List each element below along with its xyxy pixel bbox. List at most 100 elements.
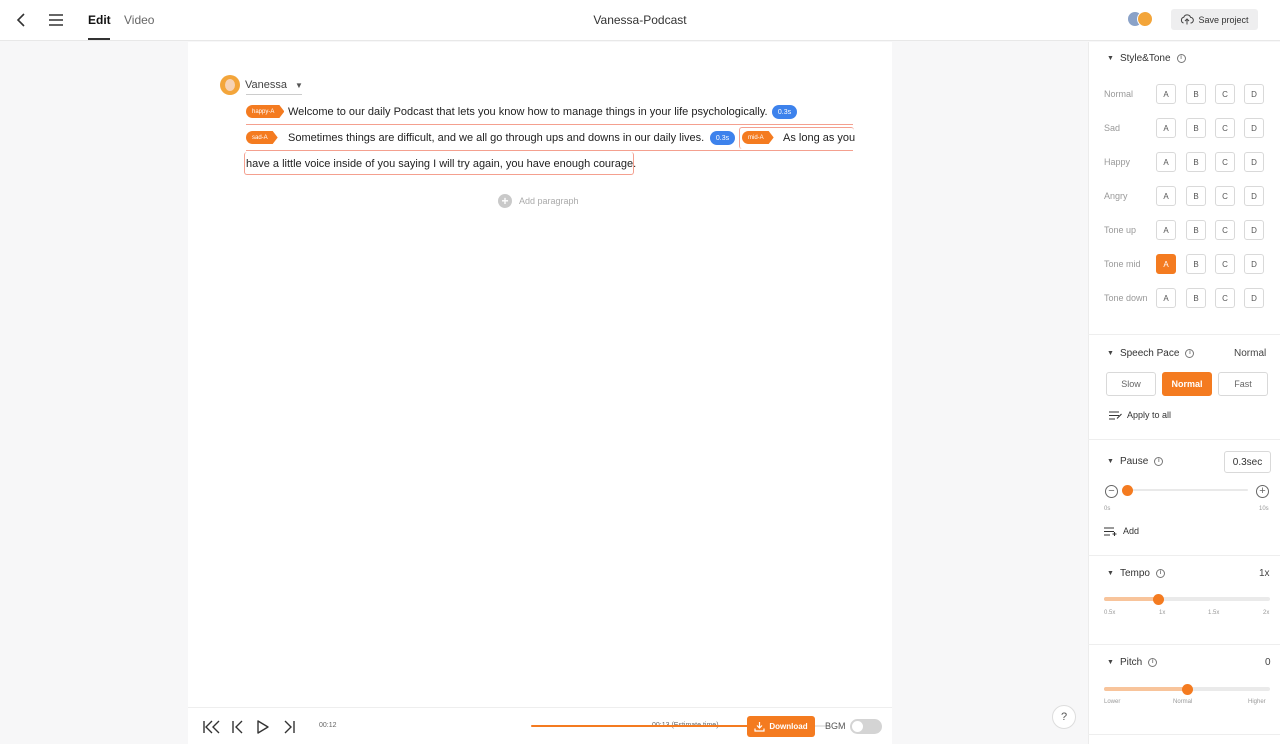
cloud-upload-icon [1181,14,1195,25]
style-tone-header[interactable]: ▼ Style&Tone i [1107,53,1186,64]
pause-max-label: 10s [1259,506,1269,512]
current-time: 00:12 [319,722,337,729]
style-option-button[interactable]: D [1244,118,1264,138]
pace-slow-button[interactable]: Slow [1106,372,1156,396]
speaker-selector[interactable]: Vanessa ▼ [220,75,303,95]
download-icon [754,722,765,732]
pitch-slider-knob[interactable] [1181,684,1193,695]
pitch-slider-fill [1104,687,1187,691]
info-icon[interactable]: i [1148,658,1158,667]
tempo-header[interactable]: ▼ Tempo i [1107,568,1165,579]
pause-title: Pause [1119,456,1149,467]
bgm-label: BGM [825,721,846,731]
style-option-button[interactable]: B [1186,186,1206,206]
save-project-label: Save project [1198,14,1249,25]
style-option-button[interactable]: B [1186,220,1206,240]
tempo-slider-track[interactable] [1104,597,1270,601]
emotion-tag[interactable]: sad-A [246,131,278,144]
caret-down-icon: ▼ [295,80,303,90]
style-option-button[interactable]: C [1215,288,1235,308]
style-option-button[interactable]: B [1186,118,1206,138]
segment-underline [246,150,853,151]
section-divider [1088,439,1280,440]
apply-to-all-button[interactable]: Apply to all [1109,410,1171,420]
emotion-tag[interactable]: mid-A [742,131,774,144]
minus-circle-icon[interactable]: − [1105,485,1118,498]
next-icon[interactable] [283,718,295,736]
caret-down-icon: ▼ [1107,458,1114,465]
caret-down-icon: ▼ [1107,350,1114,357]
style-row-label: Happy [1104,157,1131,167]
style-row-label: Normal [1104,89,1134,99]
add-pause-button[interactable]: Add [1104,526,1139,536]
collaborator-avatars[interactable] [1127,11,1155,29]
style-option-button[interactable]: D [1244,152,1264,172]
style-option-button[interactable]: B [1186,84,1206,104]
style-row-label: Tone mid [1104,259,1141,269]
style-row-label: Tone down [1104,293,1148,303]
style-option-button[interactable]: D [1244,84,1264,104]
caret-down-icon: ▼ [1107,570,1114,577]
segment-text-continued[interactable]: have a little voice inside of you saying… [246,158,636,170]
style-option-button[interactable]: C [1215,186,1235,206]
segment-text[interactable]: As long as you [783,132,855,144]
style-option-button[interactable]: D [1244,186,1264,206]
save-project-button[interactable]: Save project [1171,9,1258,30]
style-option-button[interactable]: B [1186,288,1206,308]
style-option-button[interactable]: C [1215,84,1235,104]
info-icon[interactable]: i [1154,457,1164,466]
pause-value-input[interactable]: 0.3sec [1224,451,1271,473]
download-label: Download [769,722,808,731]
add-pause-label: Add [1123,526,1140,536]
pause-slider-track[interactable] [1124,489,1248,491]
style-option-button[interactable]: A [1156,84,1176,104]
segment-text[interactable]: Welcome to our daily Podcast that lets y… [288,106,768,118]
style-option-button[interactable]: C [1215,152,1235,172]
skip-to-start-icon[interactable] [203,718,221,736]
top-bar: Edit Video Vanessa-Podcast Save project [0,0,1280,41]
pitch-header[interactable]: ▼ Pitch i [1107,657,1158,668]
style-option-button[interactable]: D [1244,254,1264,274]
play-icon[interactable] [256,718,270,736]
style-option-button[interactable]: C [1215,254,1235,274]
tempo-slider-fill [1104,597,1159,601]
pitch-tick-label: Higher [1248,699,1266,705]
info-icon[interactable]: i [1155,569,1165,578]
pause-badge[interactable]: 0.3s [710,131,735,145]
add-paragraph-button[interactable]: + Add paragraph [498,194,579,208]
style-option-button[interactable]: C [1215,220,1235,240]
previous-icon[interactable] [231,718,245,736]
download-button[interactable]: Download [747,716,815,737]
info-icon[interactable]: i [1185,349,1195,358]
style-option-button[interactable]: B [1186,152,1206,172]
speech-pace-title: Speech Pace [1119,348,1180,359]
section-divider [1088,555,1280,556]
segment-text[interactable]: Sometimes things are difficult, and we a… [288,132,704,144]
plus-circle-icon[interactable]: + [1256,485,1269,498]
style-option-button[interactable]: A [1156,220,1176,240]
style-option-button[interactable]: C [1215,118,1235,138]
apply-to-all-label: Apply to all [1127,410,1172,420]
style-option-button[interactable]: A [1156,152,1176,172]
emotion-tag[interactable]: happy-A [246,105,284,118]
style-option-button[interactable]: A [1156,288,1176,308]
segment-underline [246,124,853,125]
style-option-button[interactable]: A [1156,254,1176,274]
style-option-button[interactable]: A [1156,186,1176,206]
style-tone-title: Style&Tone [1119,53,1171,64]
pitch-title: Pitch [1119,657,1143,668]
pause-header[interactable]: ▼ Pause i [1107,456,1164,467]
bgm-toggle[interactable] [850,719,882,734]
tempo-value: 1x [1259,568,1270,579]
add-list-icon [1104,526,1117,536]
style-option-button[interactable]: B [1186,254,1206,274]
info-icon[interactable]: i [1176,54,1186,63]
style-option-button[interactable]: A [1156,118,1176,138]
pause-badge[interactable]: 0.3s [772,105,797,119]
pace-fast-button[interactable]: Fast [1218,372,1268,396]
speech-pace-header[interactable]: ▼ Speech Pace i [1107,348,1195,359]
help-button[interactable]: ? [1052,705,1076,729]
style-option-button[interactable]: D [1244,220,1264,240]
style-option-button[interactable]: D [1244,288,1264,308]
pace-normal-button[interactable]: Normal [1162,372,1212,396]
